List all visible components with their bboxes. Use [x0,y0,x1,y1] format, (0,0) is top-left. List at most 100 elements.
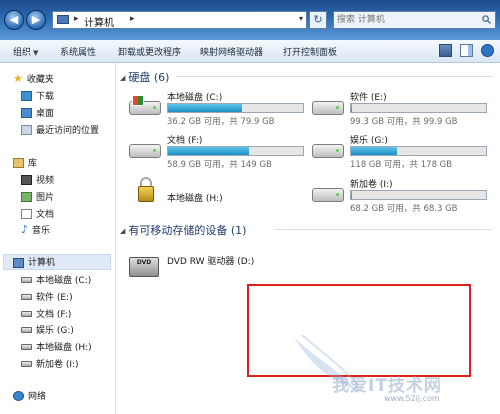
library-icon [13,157,24,168]
sidebar-item-drive-h[interactable]: 本地磁盘 (H:) [21,340,92,353]
drive-name: 软件 (E:) [350,93,387,103]
drive-icon [129,138,161,162]
drive-i[interactable]: 新加卷 (I:) 68.2 GB 可用，共 68.3 GB [312,177,492,217]
drive-icon [21,310,32,317]
drive-icon [21,293,32,300]
usage-fill [351,147,397,155]
help-icon[interactable] [481,44,494,57]
drive-space: 118 GB 可用，共 178 GB [350,160,453,170]
usage-fill [351,191,353,199]
watermark-text: 我爱IT技术网 [332,376,442,396]
usage-fill [168,147,249,155]
breadcrumb-arrow-icon[interactable]: ▸ [130,14,135,24]
navigation-pane: ★ 收藏夹 下载 桌面 最近访问的位置 库 视频 图片 文档 ♪ 音乐 计算机 本地… [0,63,116,414]
address-dropdown-icon[interactable]: ▾ [299,14,303,23]
sidebar-item-drive-g[interactable]: 娱乐 (G:) [21,323,74,336]
music-note-icon: ♪ [21,223,29,236]
usage-fill [351,104,353,112]
drive-name: 本地磁盘 (C:) [167,93,223,103]
drive-f[interactable]: 文档 (F:) 58.9 GB 可用，共 149 GB [129,133,309,173]
drive-icon [21,360,32,367]
view-controls [434,44,494,58]
sidebar-favorites[interactable]: ★ 收藏夹 [13,72,54,85]
sidebar-item-recent[interactable]: 最近访问的位置 [21,123,99,136]
computer-icon [13,257,24,268]
drive-name: 文档 (F:) [167,136,203,146]
watermark-url: www.52ij.com [384,394,440,403]
sidebar-item-documents[interactable]: 文档 [21,207,54,220]
breadcrumb-computer[interactable]: 计算机 [84,14,114,29]
group-header-removable[interactable]: ◢ 有可移动存储的设备 (1) [120,222,246,238]
drive-space: 36.2 GB 可用，共 79.9 GB [167,117,275,127]
open-control-panel-button[interactable]: 打开控制面板 [283,45,337,58]
drive-name: 本地磁盘 (H:) [167,194,223,204]
drive-icon [21,326,32,333]
usage-bar [350,103,487,113]
refresh-button[interactable]: ↻ [309,11,327,29]
search-input[interactable] [337,13,472,27]
address-bar: ◀ ▶ ▸ 计算机 ▸ ▾ ↻ [0,0,500,40]
sidebar-item-videos[interactable]: 视频 [21,173,54,186]
search-icon [482,15,491,24]
group-divider [274,229,492,230]
network-icon [13,390,24,401]
breadcrumb-arrow-icon[interactable]: ▸ [74,14,79,24]
drive-icon [312,182,344,206]
back-button[interactable]: ◀ [4,10,24,30]
group-divider [176,76,492,77]
drive-space: 99.3 GB 可用，共 99.9 GB [350,117,458,127]
drive-g[interactable]: 娱乐 (G:) 118 GB 可用，共 178 GB [312,133,492,173]
usage-bar [350,190,487,200]
preview-pane-icon[interactable] [460,44,474,57]
sidebar-libraries[interactable]: 库 [13,156,37,169]
drive-e[interactable]: 软件 (E:) 99.3 GB 可用，共 99.9 GB [312,90,492,130]
drive-c[interactable]: 本地磁盘 (C:) 36.2 GB 可用，共 79.9 GB [129,90,309,130]
downloads-folder-icon [21,90,32,101]
drive-dvd[interactable]: DVD DVD RW 驱动器 (D:) [129,248,309,288]
drive-name: 娱乐 (G:) [350,136,388,146]
sidebar-item-pictures[interactable]: 图片 [21,190,54,203]
usage-fill [168,104,243,112]
drive-space: 68.2 GB 可用，共 68.3 GB [350,204,458,214]
drive-icon [312,138,344,162]
sidebar-item-downloads[interactable]: 下载 [21,89,54,102]
recent-places-icon [21,124,32,135]
collapse-triangle-icon[interactable]: ◢ [120,227,125,235]
usage-bar [167,146,304,156]
sidebar-item-music[interactable]: ♪ 音乐 [21,223,50,236]
address-field[interactable]: ▸ 计算机 ▸ ▾ [52,11,307,29]
search-box[interactable] [333,11,496,29]
sidebar-item-desktop[interactable]: 桌面 [21,106,54,119]
drive-icon [21,276,32,283]
sidebar-item-drive-i[interactable]: 新加卷 (I:) [21,357,79,370]
computer-icon [57,15,69,24]
sidebar-computer[interactable]: 计算机 [3,254,111,270]
sidebar-item-drive-f[interactable]: 文档 (F:) [21,307,71,320]
bitlocker-lock-icon [129,177,161,211]
drive-space: 58.9 GB 可用，共 149 GB [167,160,272,170]
system-drive-icon [129,95,161,119]
system-properties-button[interactable]: 系统属性 [60,45,96,58]
organize-button[interactable]: 组织 ▼ [13,45,38,58]
uninstall-program-button[interactable]: 卸载或更改程序 [118,45,181,58]
picture-library-icon [21,191,32,202]
change-view-icon[interactable] [439,44,453,57]
forward-button[interactable]: ▶ [26,10,46,30]
sidebar-item-drive-c[interactable]: 本地磁盘 (C:) [21,273,91,286]
video-library-icon [21,174,32,185]
group-header-hard-disks[interactable]: ◢ 硬盘 (6) [120,69,169,85]
dvd-label: DVD [129,257,159,277]
usage-bar [350,146,487,156]
star-icon: ★ [13,72,23,85]
map-network-drive-button[interactable]: 映射网络驱动器 [200,45,263,58]
sidebar-item-drive-e[interactable]: 软件 (E:) [21,290,73,303]
dvd-drive-icon: DVD [129,253,161,277]
sidebar-network[interactable]: 网络 [13,389,46,402]
collapse-triangle-icon[interactable]: ◢ [120,74,125,82]
drive-name: 新加卷 (I:) [350,180,393,190]
document-library-icon [21,208,32,219]
drive-name: DVD RW 驱动器 (D:) [167,257,255,267]
drive-icon [312,95,344,119]
drive-h[interactable]: 本地磁盘 (H:) [129,177,309,217]
usage-bar [167,103,304,113]
